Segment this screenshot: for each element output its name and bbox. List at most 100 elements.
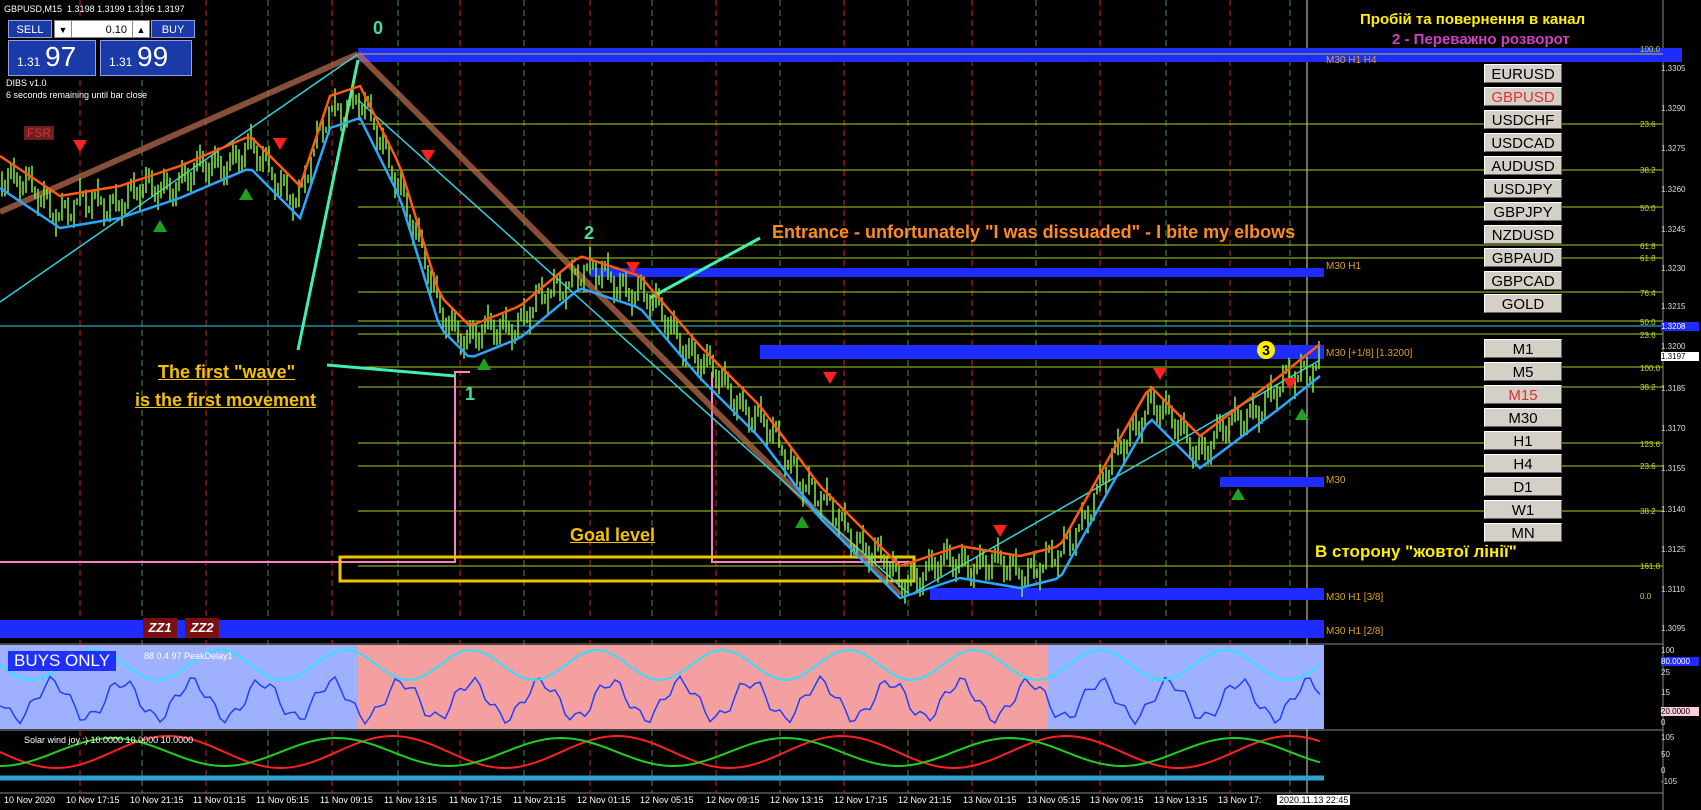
time-tick: 10 Nov 21:15 bbox=[130, 795, 184, 805]
buy-price-prefix: 1.31 bbox=[109, 55, 133, 69]
time-tick: 11 Nov 21:15 bbox=[513, 795, 566, 805]
symbol-button-gbpusd[interactable]: GBPUSD bbox=[1484, 87, 1562, 106]
sell-arrow-icon bbox=[993, 525, 1007, 537]
annotation-channel-breakout: Пробій та повернення в канал bbox=[1360, 11, 1586, 28]
symbol-button-nzdusd[interactable]: NZDUSD bbox=[1484, 225, 1562, 244]
fib-label: 38.2 bbox=[1640, 507, 1656, 516]
level-label-low2: M30 H1 [2/8] bbox=[1326, 626, 1384, 637]
wave-label-3: 3 bbox=[1257, 341, 1275, 359]
timeframe-button-h1[interactable]: H1 bbox=[1484, 431, 1562, 450]
time-tick: 13 Nov 09:15 bbox=[1090, 795, 1144, 805]
osc2-level: -105 bbox=[1661, 777, 1678, 786]
volume-up-icon[interactable]: ▲ bbox=[132, 21, 149, 37]
osc2-title: Solar wind joy :) 10.0000 10.0000 10.000… bbox=[24, 735, 194, 745]
symbol-button-gbpjpy[interactable]: GBPJPY bbox=[1484, 202, 1562, 221]
osc1-level: 20.0000 bbox=[1661, 707, 1699, 716]
buy-arrow-icon bbox=[1231, 488, 1245, 500]
sell-button[interactable]: SELL bbox=[8, 20, 52, 38]
time-tick: 12 Nov 13:15 bbox=[770, 795, 824, 805]
time-tick: 12 Nov 01:15 bbox=[577, 795, 631, 805]
time-tick: 11 Nov 05:15 bbox=[256, 795, 309, 805]
symbol-button-eurusd[interactable]: EURUSD bbox=[1484, 64, 1562, 83]
buy-arrow-icon bbox=[239, 188, 253, 200]
level-band bbox=[760, 345, 1324, 359]
zz2-button[interactable]: ZZ2 bbox=[185, 618, 219, 638]
sell-price-box[interactable]: 1.31 97 bbox=[8, 40, 96, 76]
price-tick: 1.3170 bbox=[1661, 424, 1686, 433]
symbol-button-usdchf[interactable]: USDCHF bbox=[1484, 110, 1562, 129]
price-tick: 1.3185 bbox=[1661, 384, 1686, 393]
fib-label: 61.8 bbox=[1640, 242, 1656, 251]
timeframe-button-m5[interactable]: M5 bbox=[1484, 362, 1562, 381]
price-tick: 1.3260 bbox=[1661, 185, 1686, 194]
time-tick: 11 Nov 09:15 bbox=[320, 795, 373, 805]
fib-label: 23.6 bbox=[1640, 462, 1656, 471]
symbol-timeframe: GBPUSD,M15 bbox=[4, 4, 63, 14]
price-tick: 1.3200 bbox=[1661, 342, 1686, 351]
price-tick: 1.3305 bbox=[1661, 64, 1686, 73]
timeframe-button-m1[interactable]: M1 bbox=[1484, 339, 1562, 358]
osc1-params: 88 0.4 97 PeakDelay1 bbox=[144, 651, 233, 661]
time-tick: 13 Nov 01:15 bbox=[963, 795, 1017, 805]
price-tick: 1.3095 bbox=[1661, 624, 1686, 633]
price-tick: 1.3245 bbox=[1661, 225, 1686, 234]
osc1-level: 80.0000 bbox=[1661, 657, 1699, 666]
time-tick: 12 Nov 09:15 bbox=[706, 795, 760, 805]
buy-button[interactable]: BUY bbox=[151, 20, 195, 38]
sell-arrow-icon bbox=[73, 140, 87, 152]
goal-box bbox=[338, 555, 916, 583]
fib-label: 100.0 bbox=[1640, 364, 1661, 373]
symbol-button-usdcad[interactable]: USDCAD bbox=[1484, 133, 1562, 152]
fib-label: 23.6 bbox=[1640, 331, 1656, 340]
fib-label: 38.2 bbox=[1640, 383, 1656, 392]
sell-price-pips: 97 bbox=[45, 41, 77, 72]
volume-down-icon[interactable]: ▼ bbox=[55, 21, 72, 37]
level-label-m30: M30 bbox=[1326, 475, 1346, 486]
time-tick: 12 Nov 05:15 bbox=[640, 795, 694, 805]
symbol-button-usdjpy[interactable]: USDJPY bbox=[1484, 179, 1562, 198]
buy-price-box[interactable]: 1.31 99 bbox=[100, 40, 192, 76]
sell-arrow-icon bbox=[1153, 368, 1167, 380]
price-tick: 1.3140 bbox=[1661, 505, 1686, 514]
price-tick: 1.3230 bbox=[1661, 264, 1686, 273]
buys-only-badge: BUYS ONLY bbox=[8, 651, 117, 671]
fib-label: 23.6 bbox=[1640, 120, 1656, 129]
fib-label: 38.2 bbox=[1640, 166, 1656, 175]
osc1-level: 15 bbox=[1661, 688, 1670, 697]
fib-label: 50.0 bbox=[1640, 204, 1656, 213]
buy-price-pips: 99 bbox=[137, 41, 169, 72]
buy-arrow-icon bbox=[795, 516, 809, 528]
wave-label-1: 1 bbox=[465, 384, 476, 404]
timeframe-button-w1[interactable]: W1 bbox=[1484, 500, 1562, 519]
zz1-button[interactable]: ZZ1 bbox=[143, 618, 177, 638]
osc2-level: 50 bbox=[1661, 750, 1670, 759]
sell-price-prefix: 1.31 bbox=[17, 55, 41, 69]
timeframe-button-m30[interactable]: M30 bbox=[1484, 408, 1562, 427]
symbol-button-gbpaud[interactable]: GBPAUD bbox=[1484, 248, 1562, 267]
volume-field[interactable]: ▼ 0.10 ▲ bbox=[54, 20, 150, 38]
price-tick: 1.3110 bbox=[1661, 585, 1685, 594]
fib-label: 76.4 bbox=[1640, 289, 1656, 298]
symbol-button-audusd[interactable]: AUDUSD bbox=[1484, 156, 1562, 175]
timeframe-button-mn[interactable]: MN bbox=[1484, 523, 1562, 542]
time-tick: 11 Nov 01:15 bbox=[193, 795, 246, 805]
buy-arrow-icon bbox=[477, 358, 491, 370]
fib-label: 100.0 bbox=[1640, 45, 1661, 54]
volume-value[interactable]: 0.10 bbox=[106, 21, 127, 39]
symbol-button-gbpcad[interactable]: GBPCAD bbox=[1484, 271, 1562, 290]
annotation-first-wave: The first "wave" bbox=[158, 362, 296, 382]
fib-label: 161.8 bbox=[1640, 562, 1661, 571]
timeframe-button-m15[interactable]: M15 bbox=[1484, 385, 1562, 404]
chart-window[interactable]: GBPUSD,M15 1.3198 1.3199 1.3196 1.3197 S… bbox=[0, 0, 1701, 810]
goal-line bbox=[711, 372, 910, 563]
time-tick: 11 Nov 17:15 bbox=[449, 795, 502, 805]
time-tick: 11 Nov 13:15 bbox=[384, 795, 437, 805]
fib-label: 0.0 bbox=[1640, 592, 1652, 601]
sell-arrow-icon bbox=[273, 138, 287, 150]
timeframe-button-h4[interactable]: H4 bbox=[1484, 454, 1562, 473]
bar-timer: 6 seconds remaining until bar close bbox=[6, 90, 148, 100]
osc1-level: 0 bbox=[1661, 718, 1666, 727]
timeframe-button-d1[interactable]: D1 bbox=[1484, 477, 1562, 496]
marker-price-tag: 1.3208 bbox=[1661, 322, 1699, 331]
symbol-button-gold[interactable]: GOLD bbox=[1484, 294, 1562, 313]
